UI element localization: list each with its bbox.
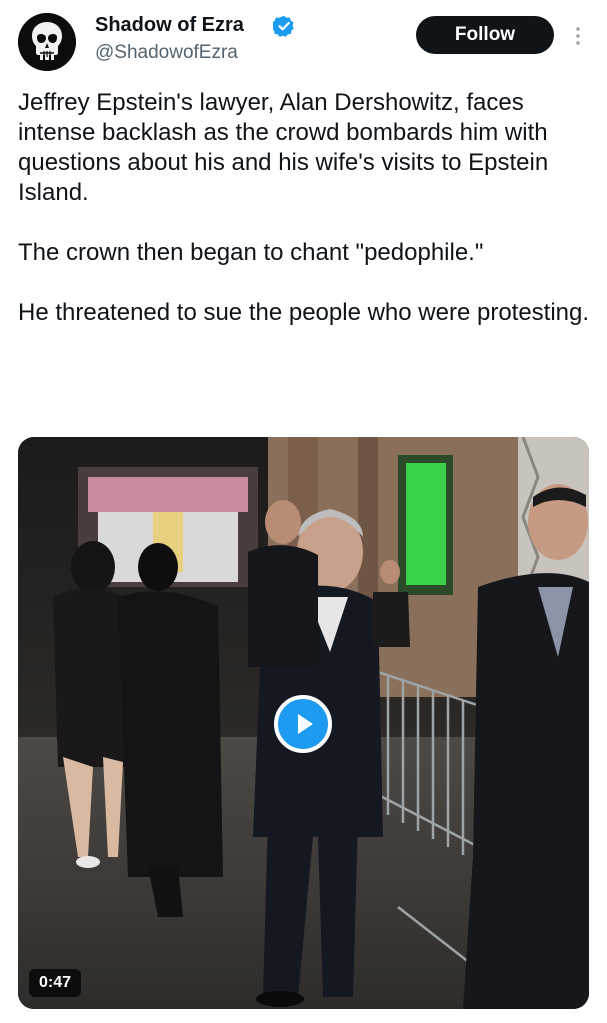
- tweet-text: Jeffrey Epstein's lawyer, Alan Dershowit…: [18, 88, 598, 328]
- video-player[interactable]: 0:47: [18, 437, 589, 1009]
- tweet-paragraph: Jeffrey Epstein's lawyer, Alan Dershowit…: [18, 89, 549, 206]
- verified-badge-icon: [273, 15, 295, 37]
- author-handle[interactable]: @ShadowofEzra: [95, 41, 238, 65]
- video-duration: 0:47: [29, 969, 82, 997]
- play-icon[interactable]: [274, 695, 332, 753]
- author-display-name[interactable]: Shadow of Ezra: [95, 12, 244, 38]
- follow-button[interactable]: Follow: [416, 16, 554, 54]
- avatar[interactable]: [18, 13, 76, 71]
- tweet-paragraph: He threatened to sue the people who were…: [18, 299, 590, 326]
- more-options-icon[interactable]: [570, 24, 586, 48]
- tweet-paragraph: The crown then began to chant "pedophile…: [18, 239, 484, 266]
- skull-logo-icon: [18, 13, 76, 71]
